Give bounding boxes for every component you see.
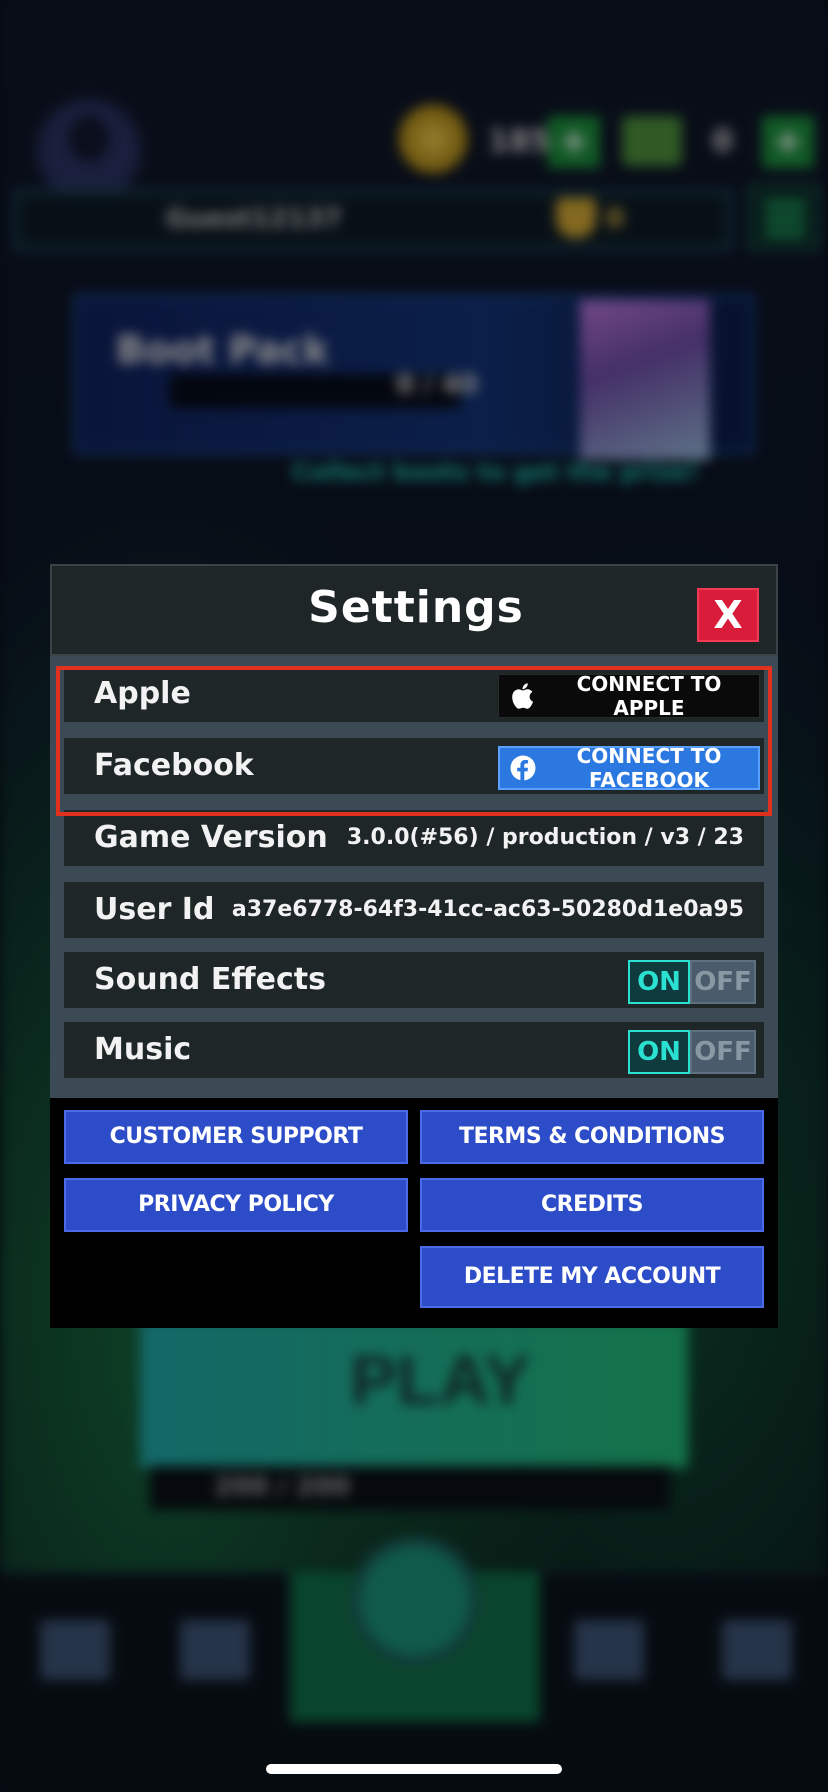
apple-logo-icon: [499, 682, 545, 710]
connect-facebook-button[interactable]: CONNECT TO FACEBOOK: [498, 744, 760, 792]
close-icon: X: [713, 593, 743, 637]
music-on[interactable]: ON: [628, 1030, 690, 1074]
music-toggle[interactable]: ON OFF: [628, 1030, 758, 1074]
settings-modal: Settings X Apple CONNECT TO APPLE Facebo…: [50, 564, 778, 1328]
connect-facebook-label: CONNECT TO FACEBOOK: [576, 744, 722, 792]
connect-apple-button[interactable]: CONNECT TO APPLE: [498, 672, 760, 720]
music-off[interactable]: OFF: [690, 1030, 756, 1074]
game-version-row: Game Version 3.0.0(#56) / production / v…: [64, 810, 764, 866]
sound-effects-row: Sound Effects ON OFF: [64, 952, 764, 1008]
apple-label: Apple: [94, 676, 191, 711]
user-id-row: User Id a37e6778-64f3-41cc-ac63-50280d1e…: [64, 882, 764, 938]
game-version-label: Game Version: [94, 820, 328, 855]
delete-account-button[interactable]: DELETE MY ACCOUNT: [420, 1246, 764, 1308]
music-row: Music ON OFF: [64, 1022, 764, 1078]
music-label: Music: [94, 1032, 192, 1067]
credits-button[interactable]: CREDITS: [420, 1178, 764, 1232]
customer-support-button[interactable]: CUSTOMER SUPPORT: [64, 1110, 408, 1164]
terms-conditions-button[interactable]: TERMS & CONDITIONS: [420, 1110, 764, 1164]
sound-effects-on[interactable]: ON: [628, 960, 690, 1004]
user-id-label: User Id: [94, 892, 215, 927]
facebook-logo-icon: [500, 755, 546, 781]
home-indicator: [266, 1764, 562, 1774]
user-id-value: a37e6778-64f3-41cc-ac63-50280d1e0a95: [231, 897, 744, 922]
sound-effects-off[interactable]: OFF: [690, 960, 756, 1004]
connect-apple-label: CONNECT TO APPLE: [576, 672, 722, 720]
settings-header: Settings X: [50, 564, 778, 656]
apple-row: Apple CONNECT TO APPLE: [64, 666, 764, 722]
close-button[interactable]: X: [697, 588, 759, 642]
settings-title: Settings: [308, 582, 524, 633]
settings-list: Apple CONNECT TO APPLE Facebook CONNECT …: [50, 656, 778, 1098]
settings-links: CUSTOMER SUPPORT TERMS & CONDITIONS PRIV…: [50, 1098, 778, 1328]
privacy-policy-button[interactable]: PRIVACY POLICY: [64, 1178, 408, 1232]
game-version-value: 3.0.0(#56) / production / v3 / 23: [346, 825, 744, 850]
facebook-row: Facebook CONNECT TO FACEBOOK: [64, 738, 764, 794]
sound-effects-label: Sound Effects: [94, 962, 326, 997]
facebook-label: Facebook: [94, 748, 254, 783]
sound-effects-toggle[interactable]: ON OFF: [628, 960, 758, 1004]
